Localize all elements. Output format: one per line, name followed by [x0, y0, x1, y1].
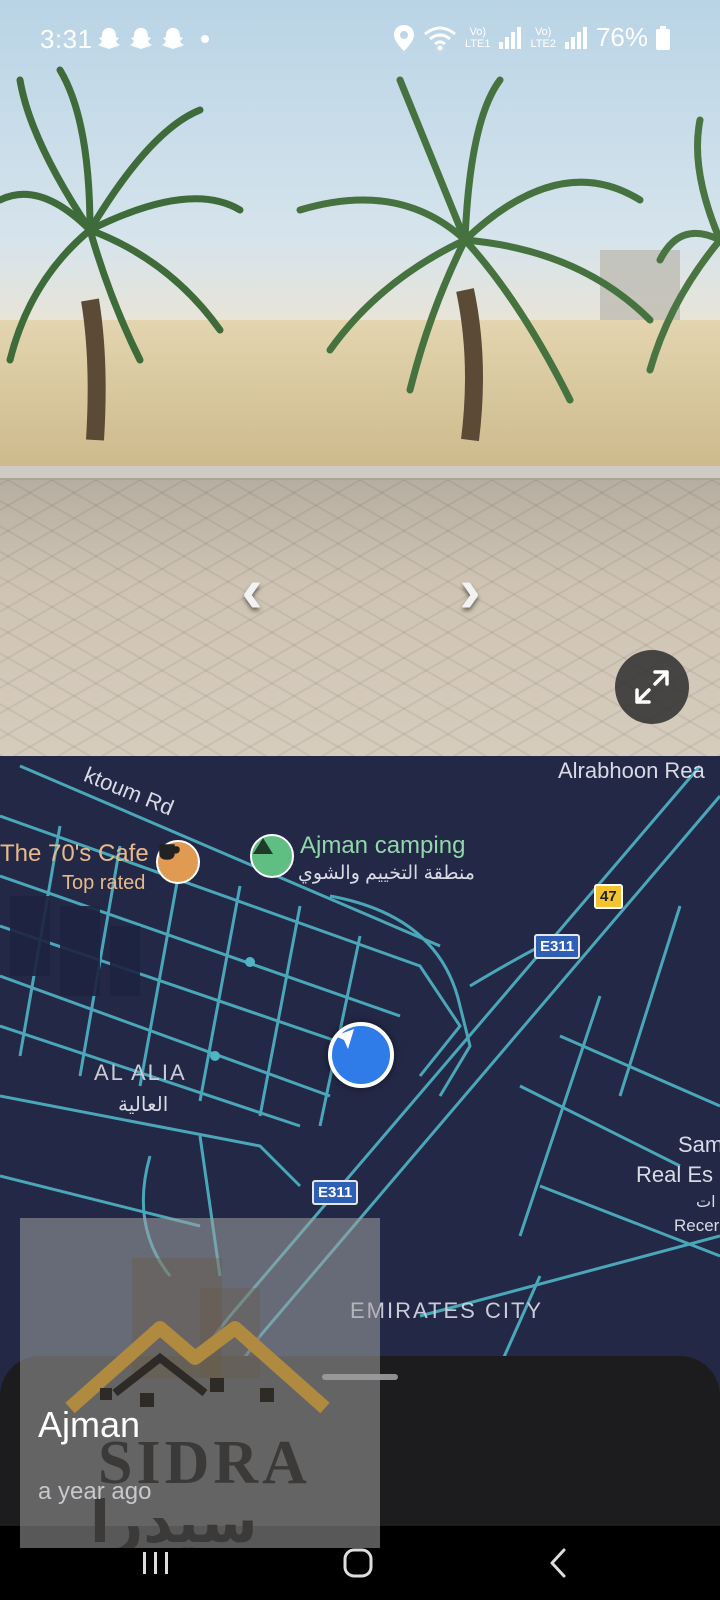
- wifi-icon: [424, 26, 456, 50]
- lte1-label: Vo) LTE1: [464, 25, 491, 50]
- status-time: 3:31: [40, 24, 93, 54]
- location-icon: [393, 24, 414, 51]
- business-label-line3: ات: [696, 1194, 716, 1211]
- route-shield-e311: E311: [312, 1180, 359, 1205]
- capture-date: a year ago: [38, 1478, 152, 1505]
- business-label: Alrabhoon Rea: [558, 758, 705, 783]
- poi-label-camping[interactable]: Ajman camping: [300, 832, 465, 860]
- area-label-al-alia: AL ALIA: [94, 1060, 187, 1085]
- right-arrow-icon[interactable]: ›: [440, 558, 500, 622]
- home-icon: [343, 1548, 373, 1578]
- camping-icon[interactable]: [250, 834, 294, 878]
- expand-icon: [635, 670, 669, 704]
- signal-icon: [564, 26, 587, 49]
- area-label-al-alia-arabic: العالية: [118, 1094, 169, 1116]
- back-button[interactable]: [508, 1526, 608, 1600]
- cafe-icon[interactable]: [156, 840, 200, 884]
- status-indicators: Vo) LTE1 Vo) LTE2 76%: [393, 22, 670, 53]
- status-bar: 3:31 Vo) LTE1 Vo) LTE2 76%: [0, 0, 720, 80]
- snapchat-icon: [162, 28, 184, 49]
- left-arrow-icon[interactable]: ‹: [222, 558, 282, 622]
- place-title: Ajman: [38, 1404, 141, 1445]
- snapchat-icon: [98, 28, 120, 49]
- back-icon: [550, 1548, 566, 1578]
- signal-icon: [499, 26, 522, 49]
- poi-label-camping-arabic: منطقة التخييم والشوي: [298, 863, 475, 884]
- lte2-label: Vo) LTE2: [530, 25, 556, 50]
- battery-icon: [656, 25, 670, 50]
- paved-sidewalk: [0, 470, 720, 756]
- current-location-marker[interactable]: [328, 1022, 394, 1088]
- poi-badge-top-rated: Top rated: [62, 872, 146, 894]
- snapchat-icon: [130, 28, 152, 49]
- poi-label-cafe[interactable]: The 70's Cafe: [0, 840, 149, 868]
- expand-button[interactable]: [615, 650, 689, 724]
- route-shield-e311: E311: [534, 934, 581, 959]
- business-label-line1: Sam: [678, 1132, 720, 1157]
- navigation-arrow-icon: [335, 1029, 354, 1049]
- battery-percentage: 76%: [595, 22, 648, 52]
- dot-icon: [201, 35, 209, 43]
- business-label-line2: Real Es: [636, 1162, 714, 1187]
- route-shield-47: 47: [594, 884, 623, 909]
- street-view-panorama[interactable]: ‹ ›: [0, 0, 720, 756]
- recents-icon: [143, 1552, 168, 1574]
- business-label-line4: Recer: [674, 1216, 720, 1235]
